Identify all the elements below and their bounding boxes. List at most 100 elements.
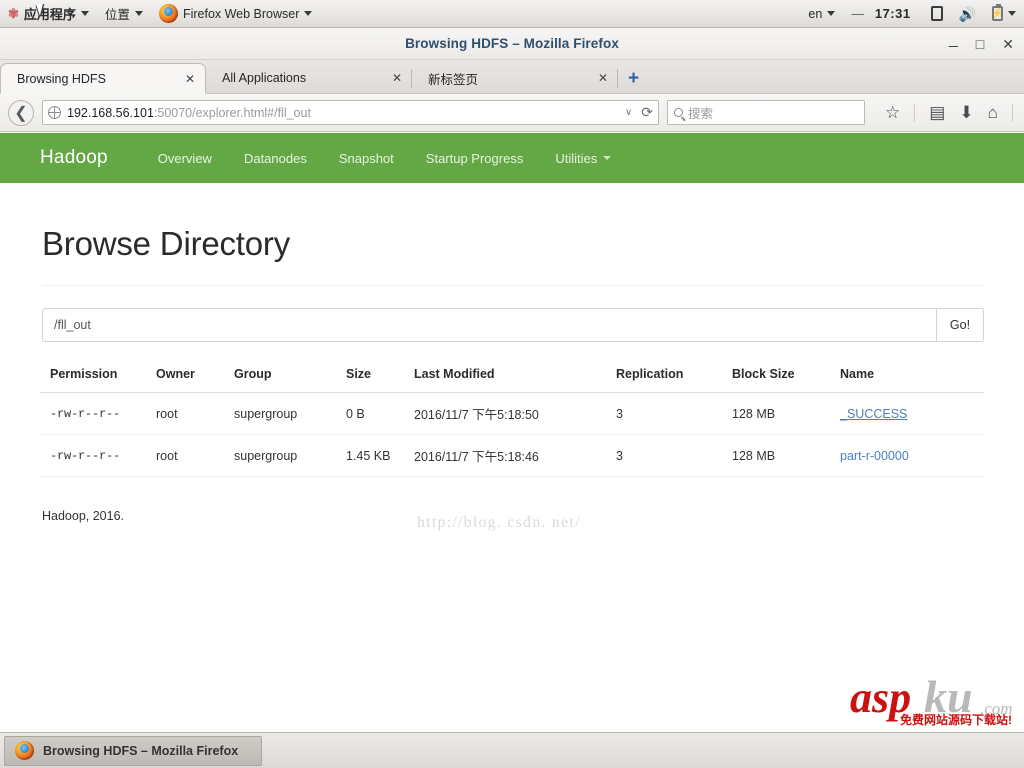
cell-last-modified: 2016/11/7 下午5:18:50 (410, 392, 612, 435)
aspku-subtitle: 免费网站源码下载站! (900, 713, 1012, 727)
cell-owner: root (152, 392, 230, 435)
table-row[interactable]: -rw-r--r-- root supergroup 0 B 2016/11/7… (40, 392, 984, 435)
downloads-icon[interactable]: ⬇ (959, 104, 973, 121)
nav-item-startup-progress[interactable]: Startup Progress (410, 133, 540, 183)
table-row[interactable]: -rw-r--r-- root supergroup 1.45 KB 2016/… (40, 434, 984, 477)
keyboard-layout-label: en (808, 6, 823, 21)
active-application-label: Firefox Web Browser (182, 6, 300, 21)
browser-toolbar: ❮ 192.168.56.101:50070/explorer.html#/fl… (0, 94, 1024, 132)
tab-new-tab-page[interactable]: 新标签页 ✕ (412, 63, 618, 93)
directory-path-input[interactable] (42, 308, 936, 342)
column-header-size[interactable]: Size (342, 359, 410, 393)
tab-label: 新标签页 (428, 72, 479, 87)
nav-label: Overview (157, 150, 212, 166)
column-header-replication[interactable]: Replication (612, 359, 728, 393)
column-header-owner[interactable]: Owner (152, 359, 230, 393)
file-link-part-r-00000[interactable]: part-r-00000 (840, 449, 909, 463)
file-link-success[interactable]: _SUCCESS (840, 407, 907, 421)
nav-label: Snapshot (338, 150, 394, 166)
system-status-area[interactable] (923, 0, 951, 28)
keyboard-layout-indicator[interactable]: en (800, 0, 843, 28)
cell-permission: -rw-r--r-- (40, 434, 152, 477)
taskbar-window-button[interactable]: Browsing HDFS – Mozilla Firefox (4, 735, 262, 766)
back-button[interactable]: ❮ (8, 99, 34, 126)
battery-icon: ⚡ (992, 4, 1003, 21)
new-tab-button[interactable]: + (628, 69, 639, 88)
window-titlebar: Browsing HDFS – Mozilla Firefox _ □ ✕ (0, 28, 1024, 60)
tab-close-icon[interactable]: ✕ (179, 72, 195, 86)
minimize-button[interactable]: _ (949, 32, 958, 48)
column-header-group[interactable]: Group (230, 359, 342, 393)
clock-area[interactable]: — 17:31 (843, 0, 922, 28)
nav-label: Utilities (555, 150, 598, 166)
table-header: Permission Owner Group Size Last Modifie… (40, 359, 984, 393)
nav-item-utilities[interactable]: Utilities (539, 133, 627, 183)
places-menu-label: 位置 (104, 8, 130, 22)
bookmark-star-icon[interactable]: ☆ (885, 104, 900, 121)
hadoop-brand-link[interactable]: Hadoop (40, 147, 124, 169)
tab-label: All Applications (222, 71, 307, 85)
window-controls: _ □ ✕ (949, 28, 1014, 60)
chevron-down-icon (304, 11, 313, 16)
chevron-down-icon (603, 156, 612, 160)
tab-label: Browsing HDFS (17, 71, 106, 86)
volume-status[interactable]: 🔊 (951, 0, 984, 28)
home-icon[interactable]: ⌂ (988, 104, 998, 121)
page-title: Browse Directory (42, 225, 291, 262)
chevron-down-icon[interactable]: ∨ (625, 107, 632, 118)
aspku-com-text: .com (980, 699, 1013, 718)
close-button[interactable]: ✕ (1002, 37, 1014, 51)
applications-menu-label: 应用程序 (23, 7, 76, 22)
search-icon (674, 108, 683, 117)
cell-replication: 3 (612, 434, 728, 477)
table-body: -rw-r--r-- root supergroup 0 B 2016/11/7… (40, 392, 984, 477)
cell-name: part-r-00000 (836, 434, 984, 477)
places-menu[interactable]: 位置 (97, 0, 151, 28)
go-button[interactable]: Go! (936, 308, 984, 342)
web-page-content: Hadoop Overview Datanodes Snapshot Start… (0, 133, 1024, 732)
column-header-permission[interactable]: Permission (40, 359, 152, 393)
tab-close-icon[interactable]: ✕ (592, 71, 608, 85)
chevron-down-icon (1008, 11, 1016, 16)
search-placeholder: 搜索 (688, 107, 714, 121)
toolbar-icons: ☆ ▤ ⬇ ⌂ (885, 103, 1024, 123)
cell-size: 0 B (342, 392, 410, 435)
chevron-down-icon (134, 11, 143, 16)
active-application-menu[interactable]: Firefox Web Browser (151, 0, 320, 28)
nav-item-datanodes[interactable]: Datanodes (228, 133, 323, 183)
firefox-window: Browsing HDFS – Mozilla Firefox _ □ ✕ Br… (0, 28, 1024, 732)
search-box[interactable]: 搜索 (667, 100, 865, 125)
desktop-taskbar: Browsing HDFS – Mozilla Firefox (0, 732, 1024, 768)
column-header-block-size[interactable]: Block Size (728, 359, 836, 393)
column-header-name[interactable]: Name (836, 359, 984, 393)
maximize-button[interactable]: □ (976, 37, 984, 51)
cell-last-modified: 2016/11/7 下午5:18:46 (410, 434, 612, 477)
volume-icon: 🔊 (958, 5, 976, 22)
tab-close-icon[interactable]: ✕ (386, 71, 402, 85)
table-header-row: Permission Owner Group Size Last Modifie… (40, 359, 984, 393)
reload-icon[interactable]: ⟳ (638, 104, 653, 121)
toolbar-divider (1011, 103, 1013, 122)
title-divider (42, 285, 984, 286)
globe-icon (48, 106, 61, 119)
address-bar-text: 192.168.56.101:50070/explorer.html#/fll_… (67, 106, 619, 120)
nav-item-overview[interactable]: Overview (142, 133, 228, 183)
address-bar[interactable]: 192.168.56.101:50070/explorer.html#/fll_… (42, 100, 659, 125)
library-icon[interactable]: ▤ (929, 104, 945, 121)
aspku-watermark: asp ku .com 免费网站源码下载站! (844, 670, 1016, 730)
applications-icon: ✾ (8, 6, 19, 21)
tab-all-applications[interactable]: All Applications ✕ (206, 63, 412, 93)
nav-item-snapshot[interactable]: Snapshot (323, 133, 410, 183)
directory-listing-table: Permission Owner Group Size Last Modifie… (40, 359, 984, 477)
url-host: 192.168.56.101 (67, 105, 154, 120)
dash-separator: — (851, 6, 864, 21)
column-header-last-modified[interactable]: Last Modified (410, 359, 612, 393)
page-footer: Hadoop, 2016. (42, 509, 125, 523)
aspku-asp-text: asp (850, 673, 912, 722)
tab-browsing-hdfs[interactable]: Browsing HDFS ✕ (0, 63, 206, 94)
firefox-icon (15, 741, 34, 760)
battery-status[interactable]: ⚡ (984, 0, 1024, 28)
clock-label: 17:31 (874, 6, 911, 21)
applications-menu[interactable]: ✾ 应用程序 (0, 0, 97, 28)
cell-owner: root (152, 434, 230, 477)
